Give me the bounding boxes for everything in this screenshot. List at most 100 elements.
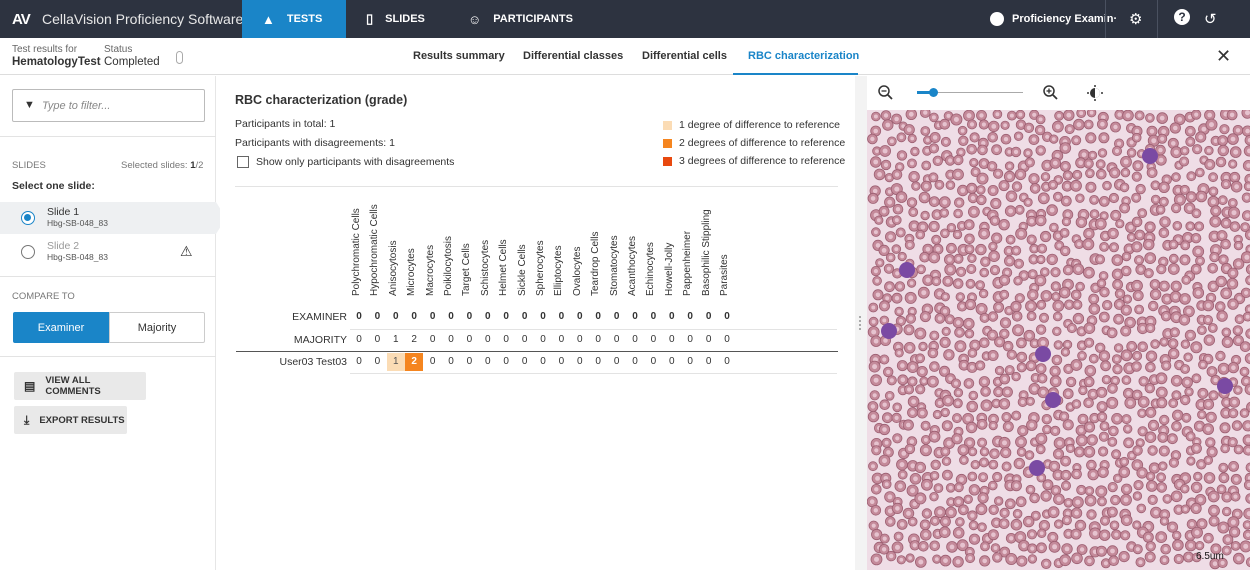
red-blood-cell-center (1087, 368, 1093, 374)
red-blood-cell-center (1018, 112, 1023, 117)
red-blood-cell-center (1009, 193, 1014, 199)
red-blood-cell-center (960, 447, 966, 453)
red-blood-cell-center (1140, 429, 1145, 434)
red-blood-cell-center (1237, 317, 1242, 322)
red-blood-cell-center (1117, 221, 1122, 226)
red-blood-cell-center (1164, 314, 1169, 319)
filter-input[interactable]: ▼ Type to filter... (12, 89, 205, 122)
red-blood-cell-center (1140, 326, 1146, 331)
red-blood-cell-center (972, 135, 977, 140)
red-blood-cell-center (873, 128, 878, 134)
red-blood-cell-center (1199, 194, 1204, 199)
table-cell: 0 (540, 311, 546, 322)
zoom-out-icon[interactable] (877, 84, 895, 102)
red-blood-cell-center (1105, 183, 1109, 188)
red-blood-cell-center (1187, 205, 1192, 211)
red-blood-cell-center (1065, 422, 1071, 428)
red-blood-cell-center (1245, 314, 1250, 319)
red-blood-cell-center (1117, 291, 1123, 296)
red-blood-cell-center (1138, 440, 1143, 445)
tab-differential-cells[interactable]: Differential cells (642, 50, 727, 62)
red-blood-cell-center (1102, 244, 1107, 249)
zoom-in-icon[interactable] (1042, 84, 1060, 102)
red-blood-cell-center (1089, 110, 1094, 115)
tab-differential-classes[interactable]: Differential classes (523, 50, 623, 62)
red-blood-cell-center (888, 519, 893, 524)
slide-radio[interactable] (21, 245, 35, 259)
red-blood-cell-center (1065, 511, 1070, 516)
tab-rbc-characterization[interactable]: RBC characterization (748, 50, 859, 62)
red-blood-cell-center (944, 459, 949, 464)
red-blood-cell-center (886, 266, 891, 271)
red-blood-cell-center (1137, 113, 1142, 118)
red-blood-cell-center (1088, 184, 1094, 190)
slide-radio[interactable] (21, 211, 35, 225)
red-blood-cell-center (967, 222, 972, 227)
compare-examiner-button[interactable]: Examiner (13, 312, 109, 343)
compare-majority-button[interactable]: Majority (109, 312, 205, 343)
red-blood-cell-center (883, 162, 889, 168)
red-blood-cell-center (1062, 290, 1068, 295)
red-blood-cell-center (1125, 297, 1130, 301)
help-icon[interactable]: ? (1174, 9, 1190, 25)
export-results-button[interactable]: ⤓ EXPORT RESULTS (14, 406, 127, 434)
selected-total: /2 (195, 160, 204, 171)
nav-tab-tests[interactable]: ▲ TESTS (242, 0, 346, 38)
red-blood-cell-center (1092, 212, 1097, 217)
red-blood-cell-center (1103, 561, 1108, 566)
red-blood-cell-center (978, 283, 983, 288)
user-menu[interactable]: Proficiency Examin· (990, 0, 1117, 38)
red-blood-cell-center (1016, 134, 1021, 139)
red-blood-cell-center (894, 218, 899, 223)
red-blood-cell-center (1124, 486, 1129, 492)
red-blood-cell-center (1163, 547, 1168, 552)
red-blood-cell-center (1188, 139, 1193, 144)
red-blood-cell-center (913, 149, 917, 154)
red-blood-cell-center (980, 440, 985, 445)
red-blood-cell-center (1056, 522, 1061, 526)
red-blood-cell-center (1063, 350, 1068, 354)
panel-splitter[interactable] (855, 76, 867, 570)
red-blood-cell-center (971, 160, 976, 165)
nav-tab-slides[interactable]: ▯ SLIDES (366, 0, 446, 38)
red-blood-cell-center (899, 194, 904, 200)
table-cell: 0 (429, 334, 436, 345)
red-blood-cell-center (1055, 153, 1060, 159)
red-blood-cell-center (1002, 331, 1007, 336)
gear-icon[interactable]: ⚙ (1129, 10, 1142, 28)
tab-results-summary[interactable]: Results summary (413, 50, 505, 62)
red-blood-cell-center (1053, 488, 1059, 493)
nav-tab-participants[interactable]: ☺ PARTICIPANTS (468, 0, 578, 38)
paperclip-icon[interactable] (176, 51, 183, 64)
red-blood-cell-center (1041, 315, 1047, 320)
slide-item-1[interactable]: Slide 1 Hbg-SB-048_83 (0, 202, 226, 234)
show-only-checkbox[interactable] (237, 156, 249, 168)
red-blood-cell-center (1069, 326, 1074, 331)
logout-icon[interactable]: ↺ (1204, 10, 1217, 28)
red-blood-cell-center (1175, 223, 1180, 228)
red-blood-cell-center (1009, 113, 1014, 118)
red-blood-cell-center (1134, 195, 1139, 200)
zoom-slider-handle[interactable] (928, 88, 938, 97)
close-icon[interactable]: ✕ (1216, 46, 1231, 67)
view-all-comments-button[interactable]: ▤ VIEW ALL COMMENTS (14, 372, 146, 400)
slide-item-2[interactable]: Slide 2 Hbg-SB-048_83 ⚠ (0, 236, 216, 268)
compare-heading: COMPARE TO (12, 291, 75, 302)
red-blood-cell-center (1089, 437, 1095, 443)
red-blood-cell-center (1236, 338, 1241, 343)
red-blood-cell-center (1110, 509, 1115, 515)
column-header-label: Spherocytes (535, 240, 546, 296)
red-blood-cell-center (896, 534, 901, 539)
column-header: Teardrop Cells (589, 190, 607, 300)
red-blood-cell-center (1225, 537, 1231, 542)
red-blood-cell-center (1052, 544, 1058, 550)
red-blood-cell-center (994, 235, 999, 241)
zoom-slider-track[interactable] (917, 88, 1023, 97)
blood-smear-image[interactable] (867, 110, 1250, 570)
red-blood-cell-center (1197, 423, 1202, 429)
table-cell: 0 (724, 311, 730, 322)
red-blood-cell-center (876, 218, 881, 223)
red-blood-cell-center (955, 232, 960, 237)
red-blood-cell-center (873, 377, 879, 383)
brightness-icon[interactable] (1086, 84, 1104, 102)
